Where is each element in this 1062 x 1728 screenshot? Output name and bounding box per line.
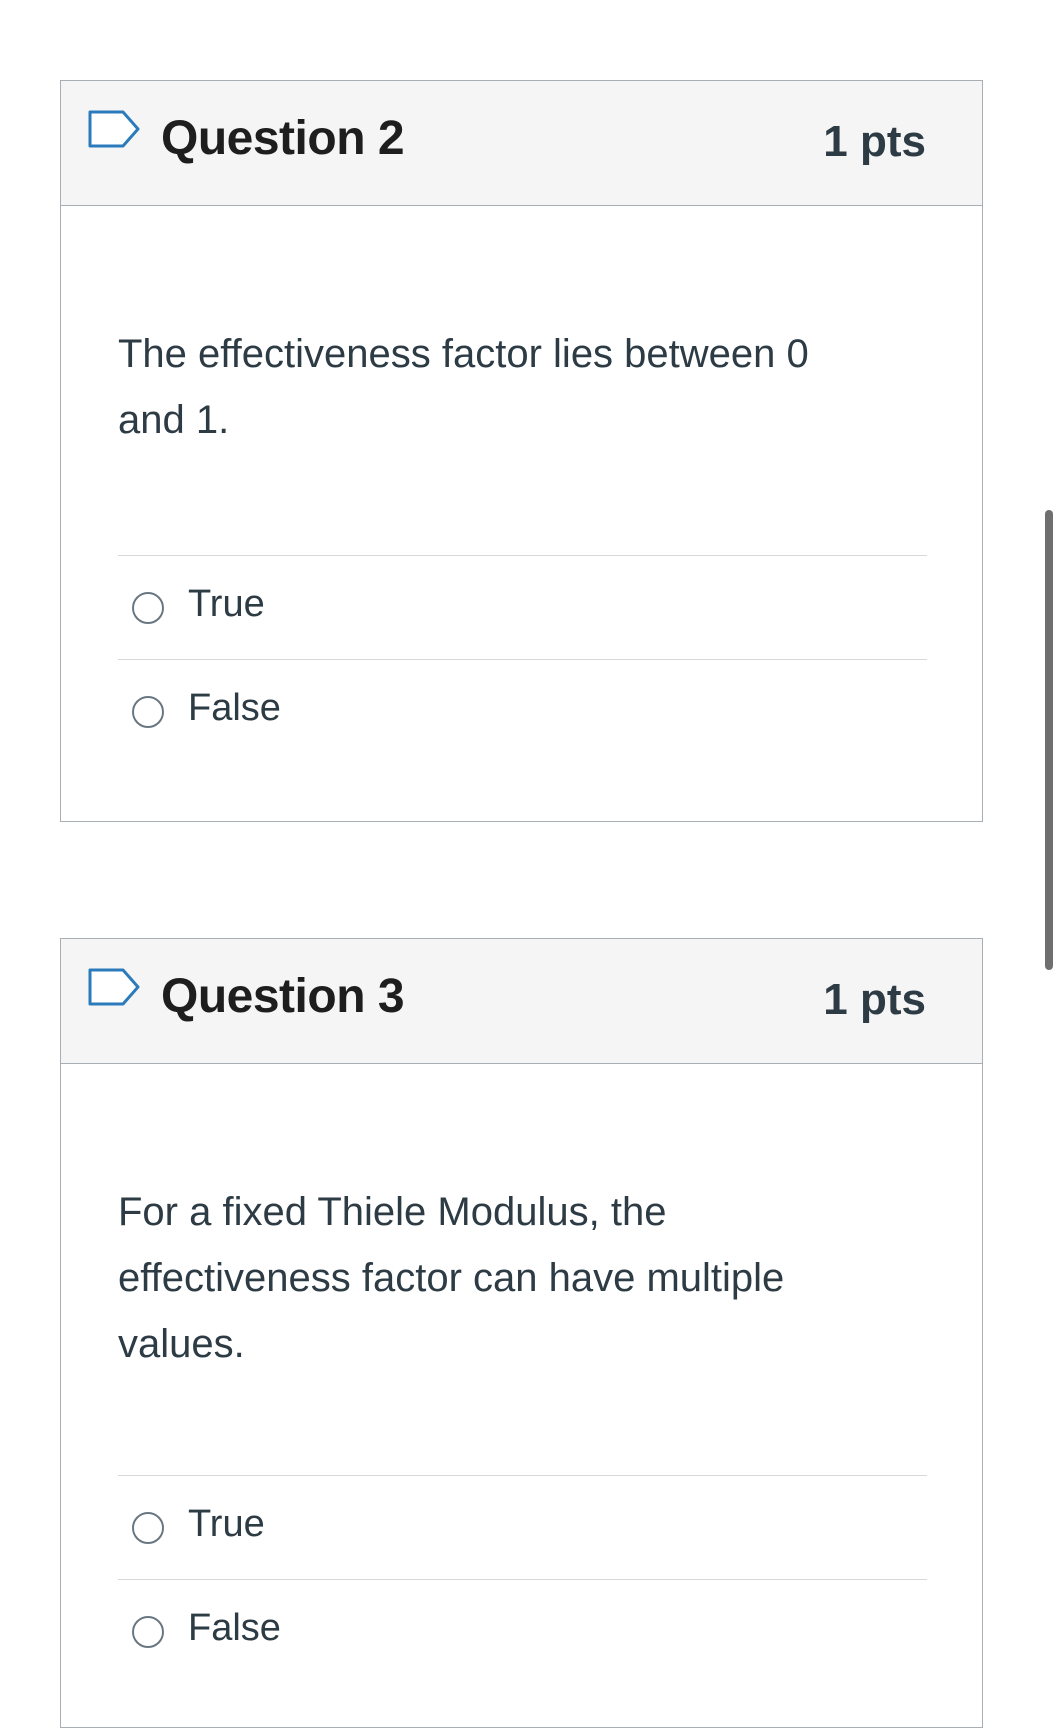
answer-option-true[interactable]: True — [118, 1475, 927, 1579]
radio-button[interactable] — [132, 1512, 164, 1544]
answer-list: True False — [118, 555, 927, 763]
radio-button[interactable] — [132, 1616, 164, 1648]
flag-icon[interactable] — [87, 109, 141, 149]
answer-option-false[interactable]: False — [118, 1579, 927, 1683]
question-card: Question 3 1 pts For a fixed Thiele Modu… — [60, 938, 983, 1728]
answer-option-false[interactable]: False — [118, 659, 927, 763]
answer-label: False — [188, 687, 281, 729]
question-text: The effectiveness factor lies between 0 … — [118, 332, 809, 442]
answer-label: True — [188, 1503, 265, 1545]
question-title: Question 2 — [161, 112, 405, 165]
radio-button[interactable] — [132, 592, 164, 624]
answer-option-true[interactable]: True — [118, 555, 927, 659]
flag-icon[interactable] — [87, 967, 141, 1007]
question-card: Question 2 1 pts The effectiveness facto… — [60, 80, 983, 822]
scrollbar-thumb[interactable] — [1045, 510, 1053, 970]
question-text: For a fixed Thiele Modulus, the effectiv… — [118, 1190, 785, 1366]
question-title: Question 3 — [161, 970, 405, 1023]
question-header: Question 3 1 pts — [61, 939, 982, 1064]
question-points: 1 pts — [823, 975, 926, 1024]
question-header: Question 2 1 pts — [61, 81, 982, 206]
question-points: 1 pts — [823, 117, 926, 166]
answer-label: True — [188, 583, 265, 625]
radio-button[interactable] — [132, 696, 164, 728]
answer-label: False — [188, 1607, 281, 1649]
answer-list: True False — [118, 1475, 927, 1683]
